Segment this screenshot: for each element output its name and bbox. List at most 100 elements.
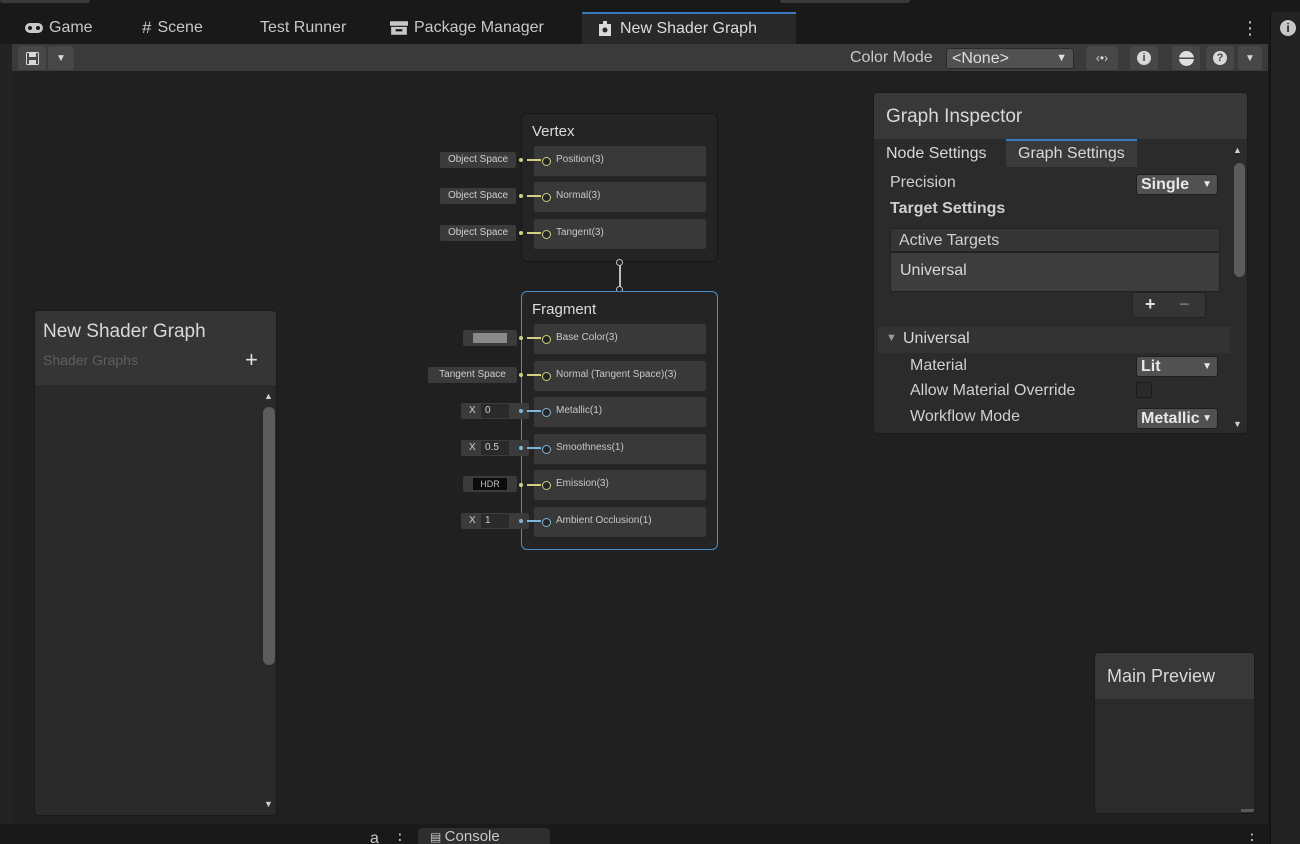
toolbar-menu-button[interactable]: ▼ [1238,46,1262,70]
blackboard-panel: New Shader Graph Shader Graphs + ▲ ▼ [34,310,277,816]
input-port-icon[interactable] [542,230,551,239]
axis-label: X [469,405,476,416]
gamepad-icon [25,23,43,33]
connector-wire [527,410,541,412]
fragment-slot-metallic[interactable]: Metallic(1) [534,397,706,427]
toggle-inspector-button[interactable]: i [1130,46,1158,70]
connector-wire [527,484,541,486]
connector-wire [527,195,541,197]
allow-override-checkbox[interactable] [1136,382,1152,398]
connector-dot [519,194,523,198]
position-space-input[interactable]: Object Space [440,152,516,168]
emission-input[interactable]: HDR [463,476,517,492]
inspector-scroll-thumb[interactable] [1234,163,1245,277]
fragment-slot-smoothness[interactable]: Smoothness(1) [534,434,706,464]
top-edge-handle [0,0,90,3]
fragment-slot-ambient-occlusion[interactable]: Ambient Occlusion(1) [534,507,706,537]
fragment-slot-base-color[interactable]: Base Color(3) [534,324,706,354]
scroll-up-icon[interactable]: ▲ [1233,145,1242,155]
vertex-context-node[interactable]: Vertex Position(3) Normal(3) Tangent(3) [521,113,718,262]
add-target-button[interactable]: + [1145,294,1156,315]
ambient-occlusion-value[interactable]: 1 [481,514,509,528]
save-dropdown-button[interactable]: ▼ [48,46,74,70]
metallic-value[interactable]: 0 [481,404,509,418]
input-port-icon[interactable] [542,481,551,490]
fragment-slot-emission[interactable]: Emission(3) [534,470,706,500]
material-dropdown[interactable]: Lit ▼ [1136,356,1218,377]
connector-dot [519,373,523,377]
connector-wire [527,232,541,234]
flow-connector-line [619,265,621,287]
slot-label: Normal (Tangent Space)(3) [556,369,677,380]
connector-dot [519,158,523,162]
fragment-context-node[interactable]: Fragment Base Color(3) Normal (Tangent S… [521,291,718,550]
connector-dot [519,483,523,487]
color-swatch[interactable] [473,333,507,343]
active-targets-header: Active Targets [890,228,1220,252]
slot-label: Ambient Occlusion(1) [556,515,652,526]
help-button[interactable]: ? [1206,46,1234,70]
tab-game[interactable]: Game [25,12,93,44]
blackboard-subtitle[interactable]: Shader Graphs [43,352,138,368]
add-property-button[interactable]: + [245,347,258,373]
tab-menu-kebab-icon[interactable]: ⋮ [1240,18,1260,40]
toggle-main-preview-button[interactable] [1172,46,1200,70]
tab-scene[interactable]: # Scene [142,12,203,44]
editor-tab-bar: Game # Scene Test Runner Package Manager… [0,12,1268,44]
precision-value: Single [1141,176,1190,193]
resize-handle-icon[interactable] [1241,809,1254,812]
hdr-color-swatch[interactable]: HDR [473,478,507,490]
tab-label: New Shader Graph [620,20,757,37]
input-port-icon[interactable] [542,518,551,527]
tab-console[interactable]: ▤ Console [418,828,550,844]
chevron-down-icon: ▼ [1245,52,1255,64]
universal-foldout-header[interactable]: ▼ Universal [878,327,1230,353]
toggle-blackboard-button[interactable]: ‹•› [1086,46,1118,70]
base-color-input[interactable] [463,330,517,346]
tab-package-manager[interactable]: Package Manager [390,12,544,44]
tangent-space-input[interactable]: Object Space [440,225,516,241]
kebab-menu-icon[interactable]: ⋮ [392,830,408,844]
remove-target-button[interactable]: − [1179,294,1190,315]
list-item[interactable]: Universal [900,262,967,280]
normal-space-input[interactable]: Object Space [440,188,516,204]
input-port-icon[interactable] [542,335,551,344]
input-port-icon[interactable] [542,372,551,381]
kebab-menu-icon[interactable]: ⋮ [1244,830,1260,844]
vertex-slot-position[interactable]: Position(3) [534,146,706,176]
blackboard-title[interactable]: New Shader Graph [43,321,206,343]
input-port-icon[interactable] [542,193,551,202]
vertex-slot-tangent[interactable]: Tangent(3) [534,219,706,249]
slot-label: Position(3) [556,154,604,165]
connector-wire [527,520,541,522]
foldout-arrow-icon[interactable]: ▼ [886,332,897,344]
tab-new-shader-graph[interactable]: New Shader Graph [582,12,796,44]
workflow-mode-dropdown[interactable]: Metallic ▼ [1136,408,1218,429]
scroll-up-icon[interactable]: ▲ [264,391,273,401]
scroll-down-icon[interactable]: ▼ [264,799,273,809]
tab-test-runner[interactable]: Test Runner [260,12,346,44]
input-port-icon[interactable] [542,445,551,454]
color-mode-label: Color Mode [850,49,933,66]
info-icon[interactable]: i [1280,20,1296,36]
precision-dropdown[interactable]: Single ▼ [1136,174,1218,195]
input-port-icon[interactable] [542,157,551,166]
connector-dot [519,231,523,235]
save-asset-button[interactable] [18,46,46,70]
tab-graph-settings[interactable]: Graph Settings [1006,139,1137,167]
connector-dot [519,446,523,450]
color-mode-dropdown[interactable]: <None> ▼ [946,48,1074,69]
scroll-down-icon[interactable]: ▼ [1233,419,1242,429]
blackboard-scroll-thumb[interactable] [263,407,275,665]
smoothness-value[interactable]: 0.5 [481,441,509,455]
vertex-slot-normal[interactable]: Normal(3) [534,182,706,212]
fragment-slot-normal[interactable]: Normal (Tangent Space)(3) [534,361,706,391]
lock-icon[interactable]: a [370,830,379,844]
workflow-mode-label: Workflow Mode [910,408,1020,425]
tab-node-settings[interactable]: Node Settings [874,139,999,167]
tab-label: Test Runner [260,19,347,36]
input-port-icon[interactable] [542,408,551,417]
normal-space-input[interactable]: Tangent Space [428,367,517,383]
slot-label: Smoothness(1) [556,442,624,453]
universal-section-label: Universal [903,330,970,347]
